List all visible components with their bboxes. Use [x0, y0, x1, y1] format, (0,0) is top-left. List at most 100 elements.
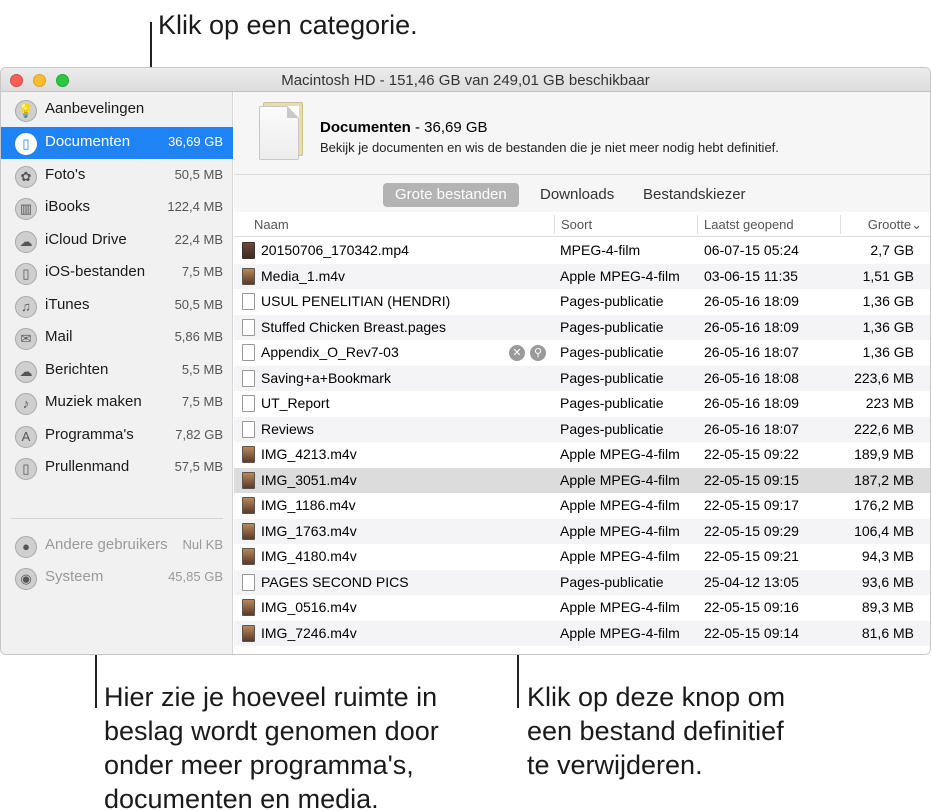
sidebar-item-aanbevelingen[interactable]: 💡 Aanbevelingen: [1, 94, 233, 126]
file-size: 1,36 GB: [862, 293, 914, 309]
column-divider[interactable]: [554, 215, 555, 234]
sidebar-item-documenten[interactable]: ▯ Documenten 36,69 GB: [1, 127, 233, 159]
sidebar-item-foto-s[interactable]: ✿ Foto's 50,5 MB: [1, 160, 233, 192]
file-name: IMG_1763.m4v: [261, 522, 357, 539]
sidebar-item-size: 50,5 MB: [174, 296, 223, 312]
pages-document-icon: [242, 420, 255, 438]
column-header-kind[interactable]: Soort: [561, 217, 592, 232]
callout-left-line-2: beslag wordt genomen door: [104, 716, 439, 746]
file-name: IMG_4213.m4v: [261, 446, 357, 462]
table-row[interactable]: IMG_1763.m4v Apple MPEG-4-film 22-05-15 09…: [234, 518, 930, 544]
sidebar-item-size: 22,4 MB: [174, 231, 223, 247]
table-row[interactable]: Saving+a+Bookmark Pages-publicatie 26-05-1…: [234, 365, 930, 391]
file-size: 223,6 MB: [854, 369, 914, 386]
reveal-in-finder-magnifier-icon[interactable]: ⚲: [530, 345, 546, 361]
file-kind: Apple MPEG-4-film: [560, 497, 680, 513]
table-row[interactable]: PAGES SECOND PICS Pages-publicatie 25-04-1…: [234, 569, 930, 595]
file-last-opened: 22-05-15 09:21: [704, 548, 799, 564]
file-last-opened: 26-05-16 18:09: [704, 293, 799, 309]
sidebar-item-size: 122,4 MB: [167, 199, 223, 214]
file-size: 222,6 MB: [854, 420, 914, 437]
tab-grote-bestanden[interactable]: Grote bestanden: [383, 183, 519, 207]
file-name: Saving+a+Bookmark: [261, 369, 391, 386]
sidebar-item-systeem[interactable]: ◉ Systeem 45,85 GB: [1, 562, 233, 594]
table-row[interactable]: IMG_0516.m4v Apple MPEG-4-film 22-05-15 09…: [234, 595, 930, 621]
callout-left-line-4: documenten en media.: [104, 784, 379, 811]
table-row[interactable]: UT_Report Pages-publicatie 26-05-16 18:09 2…: [234, 391, 930, 417]
file-last-opened: 22-05-15 09:16: [704, 599, 799, 615]
window-title: Macintosh HD - 151,46 GB van 249,01 GB b…: [281, 72, 650, 89]
table-row[interactable]: IMG_4180.m4v Apple MPEG-4-film 22-05-15 09…: [234, 544, 930, 570]
cloud-icon: ☁: [15, 230, 37, 253]
sidebar-item-muziek-maken[interactable]: ♪ Muziek maken 7,5 MB: [1, 387, 233, 419]
column-header-name[interactable]: Naam: [254, 217, 289, 232]
table-row[interactable]: IMG_7246.m4v Apple MPEG-4-film 22-05-15 09…: [234, 620, 930, 646]
table-row[interactable]: Appendix_O_Rev7-03 Pages-publicatie 26-05-…: [234, 340, 930, 366]
file-kind: Apple MPEG-4-film: [560, 471, 680, 488]
file-name: PAGES SECOND PICS: [261, 573, 409, 590]
table-header: Naam Soort Laatst geopend Grootte⌄: [234, 212, 930, 237]
users-icon: ●: [15, 536, 37, 558]
tab-downloads[interactable]: Downloads: [528, 183, 626, 207]
category-name: Documenten: [320, 119, 411, 136]
sidebar-item-label: iTunes: [45, 295, 90, 313]
file-name: IMG_3051.m4v: [261, 471, 357, 488]
sidebar-item-size: 7,5 MB: [181, 394, 223, 409]
sidebar-item-size: 45,85 GB: [168, 569, 223, 584]
pages-document-icon: [242, 369, 255, 387]
sidebar-item-label: Foto's: [45, 165, 86, 183]
column-divider[interactable]: [697, 215, 698, 234]
documents-icon: [259, 106, 299, 160]
file-size: 176,2 MB: [854, 497, 914, 513]
sidebar-item-size: 36,69 GB: [168, 134, 223, 149]
video-thumbnail-icon: [242, 471, 255, 489]
file-size: 89,3 MB: [861, 599, 914, 615]
pages-document-icon: [242, 293, 255, 310]
sidebar-item-andere-gebruikers[interactable]: ● Andere gebruikers Nul KB: [1, 530, 233, 562]
sidebar-item-berichten[interactable]: ☁ Berichten 5,5 MB: [1, 355, 233, 387]
sidebar-item-programma-s[interactable]: A Programma's 7,82 GB: [1, 420, 233, 452]
callout-left-line-1: Hier zie je hoeveel ruimte in: [104, 682, 438, 712]
sidebar-item-ios-bestanden[interactable]: ▯ iOS-bestanden 7,5 MB: [1, 257, 233, 289]
sidebar-divider: [11, 518, 223, 519]
table-row[interactable]: IMG_1186.m4v Apple MPEG-4-film 22-05-15 09…: [234, 493, 930, 519]
table-row[interactable]: IMG_4213.m4v Apple MPEG-4-film 22-05-15 09…: [234, 442, 930, 468]
file-size: 81,6 MB: [861, 624, 914, 641]
sidebar-item-label: iOS-bestanden: [45, 263, 146, 280]
sidebar-item-label: Prullenmand: [45, 458, 130, 475]
column-header-last-opened[interactable]: Laatst geopend: [704, 217, 794, 232]
file-name: IMG_1186.m4v: [261, 497, 356, 513]
sidebar-item-icloud-drive[interactable]: ☁ iCloud Drive 22,4 MB: [1, 225, 233, 257]
tab-bestandskiezer[interactable]: Bestandskiezer: [631, 183, 758, 207]
table-row[interactable]: 20150706_170342.mp4 MPEG-4-film 06-07-15 0…: [234, 238, 930, 264]
lightbulb-icon: 💡: [15, 100, 37, 122]
table-row[interactable]: IMG_3051.m4v Apple MPEG-4-film 22-05-15 09…: [234, 467, 930, 493]
sidebar-item-label: iBooks: [45, 198, 91, 215]
table-row[interactable]: USUL PENELITIAN (HENDRI) Pages-publicatie…: [234, 289, 930, 315]
file-name: IMG_0516.m4v: [261, 599, 357, 615]
table-row[interactable]: Reviews Pages-publicatie 26-05-16 18:07 222…: [234, 416, 930, 442]
file-size: 94,3 MB: [861, 548, 914, 564]
file-size: 106,4 MB: [854, 522, 914, 539]
sidebar-item-itunes[interactable]: ♫ iTunes 50,5 MB: [1, 290, 233, 322]
column-header-size-label: Grootte: [867, 217, 912, 232]
table-row[interactable]: Media_1.m4v Apple MPEG-4-film 03-06-15 11:…: [234, 263, 930, 289]
callout-left: Hier zie je hoeveel ruimte in beslag wor…: [104, 680, 439, 811]
column-header-size[interactable]: Grootte⌄: [868, 217, 922, 233]
sidebar-item-prullenmand[interactable]: ▯ Prullenmand 57,5 MB: [1, 452, 233, 484]
file-size: 189,9 MB: [854, 446, 914, 462]
file-last-opened: 22-05-15 09:29: [704, 522, 799, 539]
video-thumbnail-icon: [242, 242, 255, 259]
pages-document-icon: [242, 395, 255, 412]
sidebar-item-ibooks[interactable]: ▥ iBooks 122,4 MB: [1, 192, 233, 224]
file-name: IMG_4180.m4v: [261, 548, 357, 564]
file-kind: Apple MPEG-4-film: [560, 548, 680, 564]
delete-file-button[interactable]: ✕: [509, 345, 525, 361]
sidebar-item-size: Nul KB: [182, 537, 223, 552]
document-icon: ▯: [15, 133, 37, 155]
file-kind: Apple MPEG-4-film: [560, 446, 680, 462]
table-row[interactable]: Stuffed Chicken Breast.pages Pages-public…: [234, 314, 930, 340]
file-list: 20150706_170342.mp4 MPEG-4-film 06-07-15 0…: [234, 238, 930, 654]
column-divider[interactable]: [840, 215, 841, 234]
sidebar-item-mail[interactable]: ✉ Mail 5,86 MB: [1, 322, 233, 354]
